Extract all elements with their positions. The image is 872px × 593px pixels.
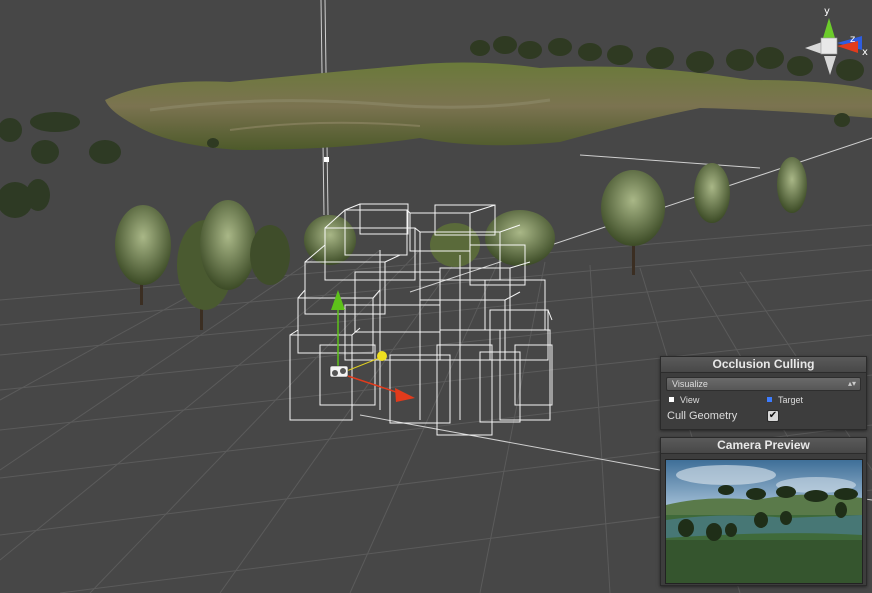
cull-geometry-checkbox[interactable]: ✔ xyxy=(767,410,779,422)
guide-handle[interactable] xyxy=(324,157,329,162)
y-axis-handle xyxy=(331,290,345,310)
dropdown-value: Visualize xyxy=(672,379,708,389)
occlusion-culling-panel: Occlusion Culling Visualize ▴▾ View Targ… xyxy=(660,356,867,430)
gizmo-y-label: y xyxy=(824,6,830,17)
cull-geometry-label: Cull Geometry xyxy=(667,410,738,422)
visualize-mode-dropdown[interactable]: Visualize ▴▾ xyxy=(666,377,861,391)
legend-view: View xyxy=(669,394,699,406)
y-cone-handle xyxy=(823,18,835,38)
legend-target-label: Target xyxy=(778,395,804,405)
checkmark-icon: ✔ xyxy=(768,410,778,421)
gizmo-x-label: x xyxy=(862,47,868,58)
camera-preview-image xyxy=(665,459,863,584)
camera-preview-title[interactable]: Camera Preview xyxy=(661,438,866,454)
foreground-trees xyxy=(115,157,807,330)
target-swatch xyxy=(767,397,772,403)
center-handle xyxy=(377,351,387,361)
occlusion-panel-title[interactable]: Occlusion Culling xyxy=(661,357,866,373)
legend-view-label: View xyxy=(680,395,700,405)
legend-target: Target xyxy=(767,394,803,406)
terrain-hill xyxy=(105,62,872,150)
gizmo-z-label: z xyxy=(850,34,855,45)
center-cube xyxy=(820,37,838,55)
camera-preview-panel: Camera Preview xyxy=(660,437,867,586)
view-swatch xyxy=(669,397,674,403)
tree-cluster-left xyxy=(0,112,121,218)
dropdown-arrows-icon: ▴▾ xyxy=(847,379,856,388)
x-axis-handle xyxy=(395,388,415,402)
